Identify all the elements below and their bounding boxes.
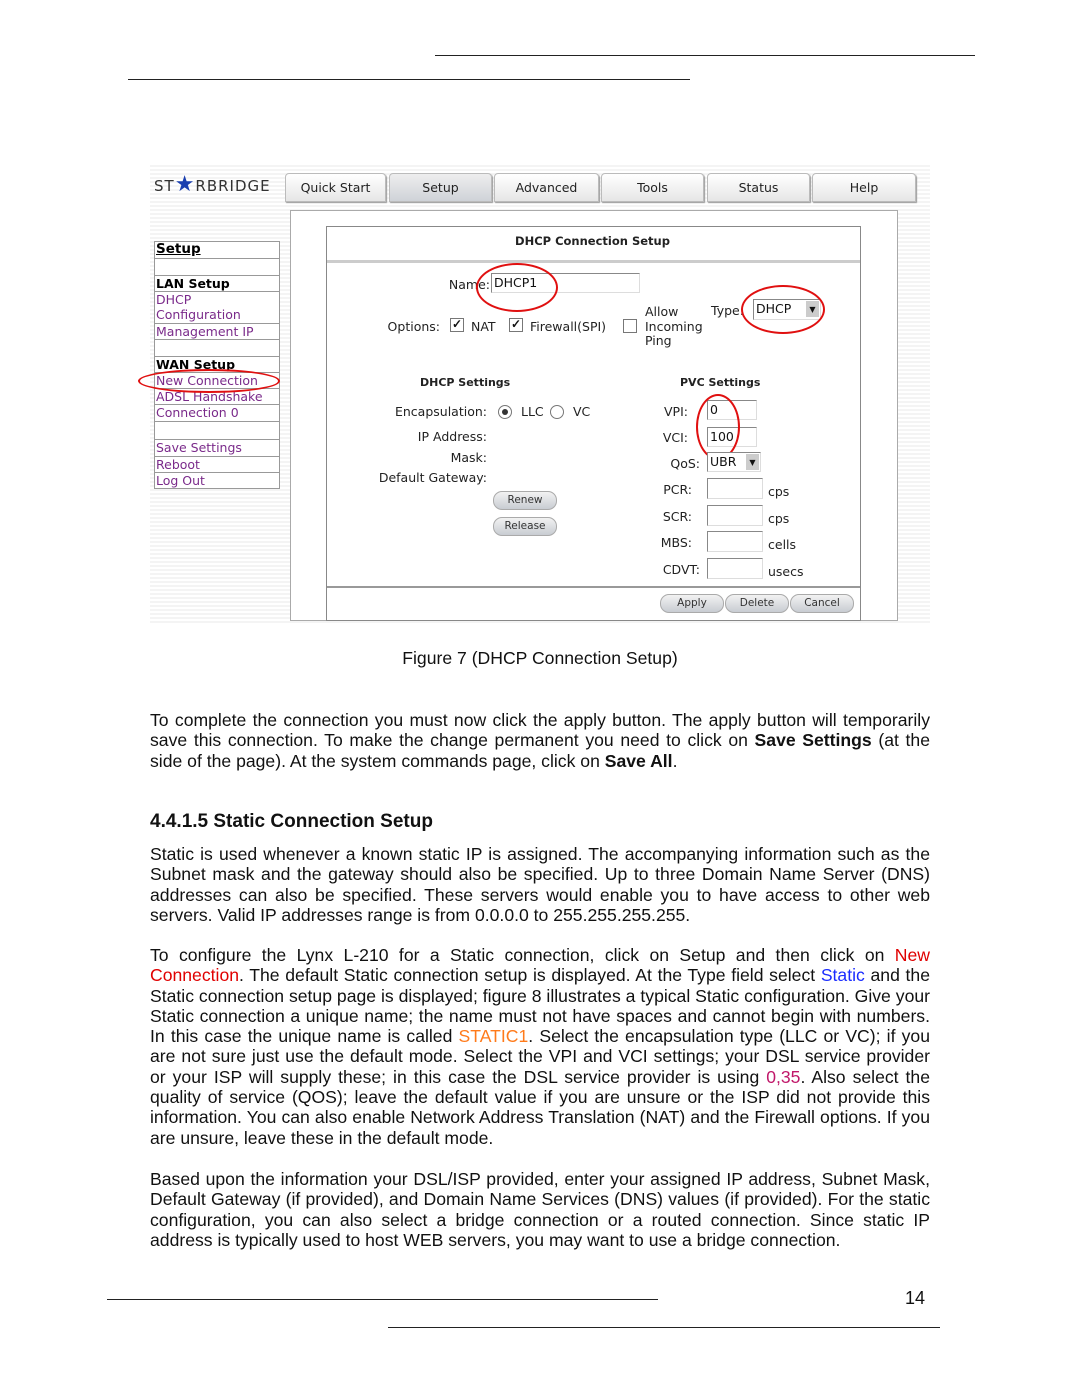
ping-label: Allow Incoming Ping <box>645 304 703 349</box>
text: . <box>672 750 678 771</box>
options-label: Options: <box>387 319 440 334</box>
sidebar-lan-setup: LAN Setup <box>154 275 280 292</box>
section-heading: 4.4.1.5 Static Connection Setup <box>150 811 433 832</box>
mbs-label: MBS: <box>660 535 692 550</box>
scr-unit: cps <box>768 511 790 526</box>
label: DHCP <box>156 292 192 307</box>
sidebar-dhcp-configuration[interactable]: DHCP Configuration <box>154 291 280 324</box>
sidebar-log-out[interactable]: Log Out <box>154 472 280 489</box>
encapsulation-label: Encapsulation: <box>394 404 487 419</box>
nat-checkbox[interactable]: ✓ <box>450 318 464 332</box>
llc-radio[interactable] <box>498 405 512 419</box>
sidebar-reboot[interactable]: Reboot <box>154 456 280 473</box>
sidebar-connection-0[interactable]: Connection 0 <box>154 404 280 422</box>
pcr-unit: cps <box>768 484 790 499</box>
chevron-down-icon: ▼ <box>746 454 759 470</box>
ping-checkbox[interactable] <box>623 319 637 333</box>
tab-quick-start[interactable]: Quick Start <box>285 173 386 202</box>
vc-radio[interactable] <box>550 405 564 419</box>
highlight-ring <box>476 263 558 312</box>
panel-title: DHCP Connection Setup <box>515 234 670 248</box>
divider <box>327 586 860 588</box>
paragraph: To complete the connection you must now … <box>150 710 930 771</box>
cancel-button[interactable]: Cancel <box>790 594 854 613</box>
text: To configure the Lynx L-210 for a Static… <box>150 945 895 965</box>
dhcp-settings-heading: DHCP Settings <box>420 376 511 389</box>
text: . The default Static connection setup is… <box>239 965 821 986</box>
text: Save All <box>604 750 673 771</box>
ip-address-label: IP Address: <box>417 429 487 444</box>
pcr-label: PCR: <box>663 482 692 497</box>
vci-label: VCI: <box>662 430 688 445</box>
sidebar-spacer <box>154 421 280 440</box>
paragraph: To configure the Lynx L-210 for a Static… <box>150 945 930 1148</box>
mbs-input[interactable] <box>707 531 763 552</box>
type-label: Type: <box>711 303 744 318</box>
divider <box>327 260 860 263</box>
label: Allow <box>645 304 679 319</box>
label: Ping <box>645 333 672 348</box>
qos-value: UBR <box>710 454 737 469</box>
renew-button[interactable]: Renew <box>493 491 557 510</box>
label: Configuration <box>156 307 241 322</box>
release-button[interactable]: Release <box>493 517 557 536</box>
text: Static <box>820 965 865 986</box>
tab-status[interactable]: Status <box>707 173 810 202</box>
label: Incoming <box>645 318 703 334</box>
vc-label: VC <box>573 404 591 419</box>
document-page: ST★RBRIDGE Quick Start Setup Advanced To… <box>0 0 1080 1397</box>
llc-label: LLC <box>521 404 544 419</box>
sidebar-spacer <box>154 339 280 357</box>
paragraph: Based upon the information your DSL/ISP … <box>150 1169 930 1250</box>
pcr-input[interactable] <box>707 478 763 499</box>
footer-rule <box>107 1299 658 1300</box>
sidebar-setup[interactable]: Setup <box>154 241 280 259</box>
text: Save Settings <box>754 730 872 751</box>
tab-advanced[interactable]: Advanced <box>494 173 599 202</box>
delete-button[interactable]: Delete <box>725 594 789 613</box>
cdvt-input[interactable] <box>707 558 763 579</box>
default-gateway-label: Default Gateway: <box>378 470 487 485</box>
footer-rule <box>388 1327 940 1328</box>
text: 0,35 <box>766 1066 801 1087</box>
tab-help[interactable]: Help <box>812 173 916 202</box>
sidebar-save-settings[interactable]: Save Settings <box>154 439 280 457</box>
mask-label: Mask: <box>450 450 487 465</box>
page-number: 14 <box>905 1288 926 1308</box>
header-rule <box>435 55 975 56</box>
firewall-label: Firewall(SPI) <box>530 319 607 334</box>
figure-caption: Figure 7 (DHCP Connection Setup) <box>402 648 678 668</box>
qos-label: QoS: <box>670 456 700 471</box>
scr-label: SCR: <box>662 509 692 524</box>
vpi-label: VPI: <box>664 404 688 419</box>
cdvt-label: CDVT: <box>662 562 700 577</box>
nat-label: NAT <box>471 319 496 334</box>
qos-select[interactable]: UBR ▼ <box>707 452 761 472</box>
pvc-settings-heading: PVC Settings <box>680 376 761 389</box>
tab-tools[interactable]: Tools <box>601 173 704 202</box>
sidebar-management-ip[interactable]: Management IP <box>154 323 280 340</box>
tab-setup[interactable]: Setup <box>389 173 492 202</box>
cdvt-unit: usecs <box>768 564 804 579</box>
apply-button[interactable]: Apply <box>660 594 724 613</box>
scr-input[interactable] <box>707 505 763 526</box>
highlight-ring <box>741 285 825 334</box>
header-rule <box>128 79 690 80</box>
paragraph: Static is used whenever a known static I… <box>150 844 930 925</box>
mbs-unit: cells <box>768 537 797 552</box>
highlight-ring <box>138 369 280 393</box>
text: STATIC1 <box>458 1026 529 1047</box>
sidebar-spacer <box>154 258 280 276</box>
firewall-checkbox[interactable]: ✓ <box>509 318 523 332</box>
highlight-ring <box>696 394 740 460</box>
logo: ST★RBRIDGE <box>154 172 271 197</box>
